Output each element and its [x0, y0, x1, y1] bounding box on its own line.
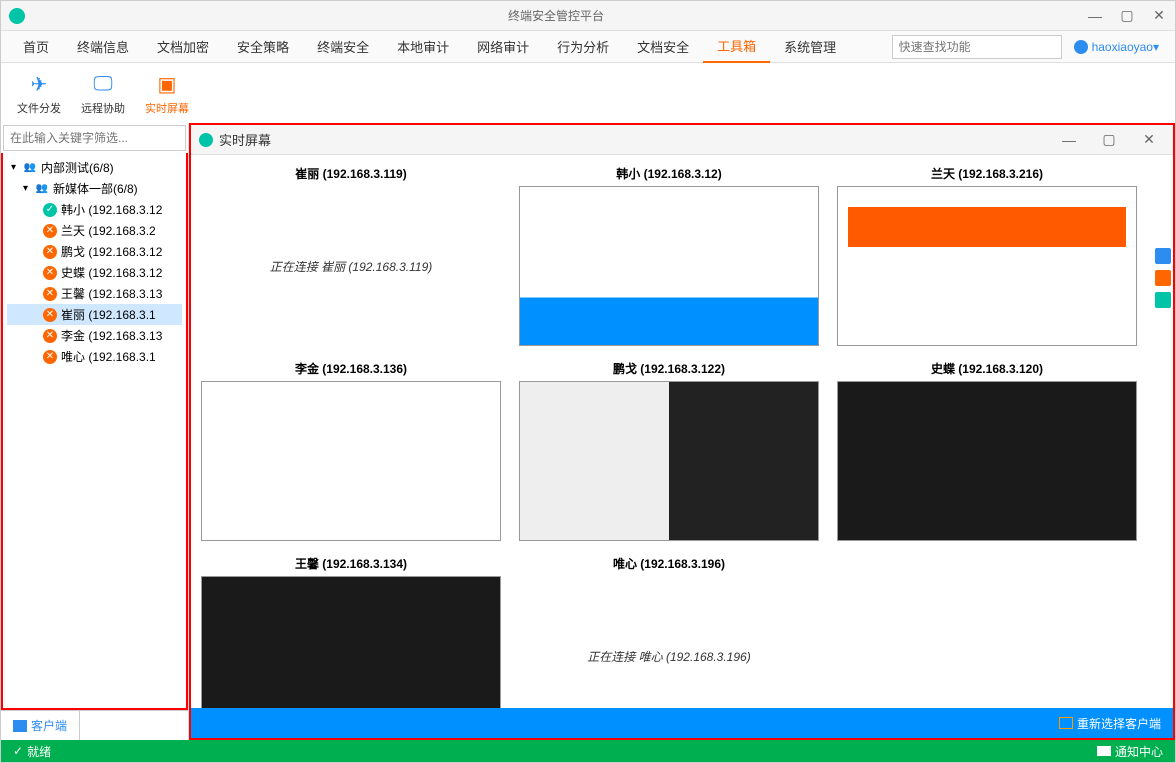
monitor-icon [1059, 717, 1073, 729]
strip-icon[interactable] [1155, 270, 1171, 286]
tree-client[interactable]: ✕李金 (192.168.3.13 [7, 325, 182, 346]
sidebar-tabs: 客户端 [1, 710, 188, 740]
screen-item[interactable]: 李金 (192.168.3.136) [201, 356, 501, 541]
menubar: 首页 终端信息 文档加密 安全策略 终端安全 本地审计 网络审计 行为分析 文档… [1, 31, 1175, 63]
tree-client[interactable]: ✕王馨 (192.168.3.13 [7, 283, 182, 304]
dialog-bottom-bar: 重新选择客户端 [191, 708, 1173, 738]
dialog-maximize-button[interactable]: ▢ [1093, 125, 1125, 155]
statusbar: ✓ 就绪 通知中心 [1, 740, 1175, 762]
strip-icon[interactable] [1155, 248, 1171, 264]
menu-terminal-info[interactable]: 终端信息 [63, 31, 143, 62]
tree-group[interactable]: ▾ 👥 新媒体一部(6/8) [7, 178, 182, 199]
notification-center[interactable]: 通知中心 [1097, 743, 1163, 760]
check-icon: ✓ [13, 744, 23, 758]
main-window: 终端安全管控平台 — ▢ ✕ 首页 终端信息 文档加密 安全策略 终端安全 本地… [0, 0, 1176, 763]
collapse-icon[interactable]: ▾ [11, 162, 23, 173]
function-search-input[interactable] [892, 35, 1062, 59]
content-area: ▾ 👥 内部测试(6/8) ▾ 👥 新媒体一部(6/8) ✓韩小 (192.16… [1, 123, 1175, 740]
sidebar-filter-input[interactable] [3, 125, 186, 151]
toolbar: ✈ 文件分发 🖵 远程协助 ▣ 实时屏幕 [1, 63, 1175, 123]
status-ok-icon: ✓ [43, 203, 57, 217]
screens-grid: 崔丽 (192.168.3.119) 正在连接 崔丽 (192.168.3.11… [191, 155, 1173, 708]
screen-item[interactable]: 兰天 (192.168.3.216) [837, 161, 1137, 346]
status-err-icon: ✕ [43, 245, 57, 259]
client-tree: ▾ 👥 内部测试(6/8) ▾ 👥 新媒体一部(6/8) ✓韩小 (192.16… [1, 153, 188, 710]
screen-item[interactable]: 史蝶 (192.168.3.120) [837, 356, 1137, 541]
status-err-icon: ✕ [43, 287, 57, 301]
menu-doc-encrypt[interactable]: 文档加密 [143, 31, 223, 62]
tree-client[interactable]: ✕兰天 (192.168.3.2 [7, 220, 182, 241]
monitor-icon: 🖵 [87, 70, 119, 98]
status-err-icon: ✕ [43, 224, 57, 238]
dialog-close-button[interactable]: ✕ [1133, 125, 1165, 155]
status-text: 就绪 [27, 743, 51, 760]
collapse-icon[interactable]: ▾ [23, 183, 35, 194]
menu-sys-manage[interactable]: 系统管理 [770, 31, 850, 62]
app-icon [9, 8, 25, 24]
menu-behavior[interactable]: 行为分析 [543, 31, 623, 62]
minimize-button[interactable]: — [1079, 1, 1111, 31]
user-info[interactable]: haoxiaoyao ▾ [1074, 40, 1159, 54]
user-icon [1074, 40, 1088, 54]
close-button[interactable]: ✕ [1143, 1, 1175, 31]
send-icon: ✈ [23, 70, 55, 98]
tree-client[interactable]: ✕鹏戈 (192.168.3.12 [7, 241, 182, 262]
sidebar-tab-clients[interactable]: 客户端 [1, 711, 80, 740]
menu-toolbox[interactable]: 工具箱 [703, 30, 770, 63]
status-err-icon: ✕ [43, 266, 57, 280]
menu-terminal-security[interactable]: 终端安全 [303, 31, 383, 62]
screen-item[interactable]: 鹏戈 (192.168.3.122) [519, 356, 819, 541]
menu-security-policy[interactable]: 安全策略 [223, 31, 303, 62]
dialog-title: 实时屏幕 [219, 130, 1053, 149]
screen-thumbnail[interactable] [201, 381, 501, 541]
group-icon: 👥 [35, 182, 49, 196]
tool-file-distribute[interactable]: ✈ 文件分发 [9, 66, 69, 120]
menu-network-audit[interactable]: 网络审计 [463, 31, 543, 62]
status-left: ✓ 就绪 [13, 743, 51, 760]
realtime-screen-dialog: 实时屏幕 — ▢ ✕ 崔丽 (192.168.3.119) 正在连接 崔丽 (1… [189, 123, 1175, 740]
tool-realtime-screen[interactable]: ▣ 实时屏幕 [137, 66, 197, 120]
tree-client[interactable]: ✕唯心 (192.168.3.1 [7, 346, 182, 367]
menu-home[interactable]: 首页 [9, 31, 63, 62]
sidebar: ▾ 👥 内部测试(6/8) ▾ 👥 新媒体一部(6/8) ✓韩小 (192.16… [1, 123, 189, 740]
screen-item[interactable]: 崔丽 (192.168.3.119) 正在连接 崔丽 (192.168.3.11… [201, 161, 501, 346]
window-title: 终端安全管控平台 [33, 7, 1079, 24]
tree-client[interactable]: ✓韩小 (192.168.3.12 [7, 199, 182, 220]
connecting-text: 正在连接 唯心 (192.168.3.196) [519, 576, 819, 708]
window-controls: — ▢ ✕ [1079, 1, 1175, 31]
dialog-header: 实时屏幕 — ▢ ✕ [191, 125, 1173, 155]
dialog-minimize-button[interactable]: — [1053, 125, 1085, 155]
group-icon: 👥 [23, 161, 37, 175]
screen-thumbnail[interactable] [519, 186, 819, 346]
status-err-icon: ✕ [43, 350, 57, 364]
screen-item[interactable]: 唯心 (192.168.3.196) 正在连接 唯心 (192.168.3.19… [519, 551, 819, 708]
menu-local-audit[interactable]: 本地审计 [383, 31, 463, 62]
screen-thumbnail[interactable] [201, 576, 501, 708]
user-dropdown-icon: ▾ [1153, 40, 1159, 54]
dialog-controls: — ▢ ✕ [1053, 125, 1165, 155]
screen-thumbnail[interactable] [837, 381, 1137, 541]
monitor-icon [13, 720, 27, 732]
maximize-button[interactable]: ▢ [1111, 1, 1143, 31]
user-name: haoxiaoyao [1092, 40, 1153, 54]
tree-client[interactable]: ✕崔丽 (192.168.3.1 [7, 304, 182, 325]
tree-client[interactable]: ✕史蝶 (192.168.3.12 [7, 262, 182, 283]
titlebar: 终端安全管控平台 — ▢ ✕ [1, 1, 1175, 31]
screen-item[interactable]: 王馨 (192.168.3.134) [201, 551, 501, 708]
status-err-icon: ✕ [43, 308, 57, 322]
screen-thumbnail[interactable] [837, 186, 1137, 346]
status-err-icon: ✕ [43, 329, 57, 343]
dialog-icon [199, 133, 213, 147]
strip-icon[interactable] [1155, 292, 1171, 308]
menu-doc-security[interactable]: 文档安全 [623, 31, 703, 62]
screen-icon: ▣ [151, 70, 183, 98]
screen-thumbnail[interactable] [519, 381, 819, 541]
connecting-text: 正在连接 崔丽 (192.168.3.119) [201, 186, 501, 346]
tool-remote-assist[interactable]: 🖵 远程协助 [73, 66, 133, 120]
right-toolbar [1155, 248, 1173, 308]
tree-root[interactable]: ▾ 👥 内部测试(6/8) [7, 157, 182, 178]
screen-item[interactable]: 韩小 (192.168.3.12) [519, 161, 819, 346]
reselect-clients-button[interactable]: 重新选择客户端 [1059, 715, 1161, 732]
mail-icon [1097, 746, 1111, 756]
